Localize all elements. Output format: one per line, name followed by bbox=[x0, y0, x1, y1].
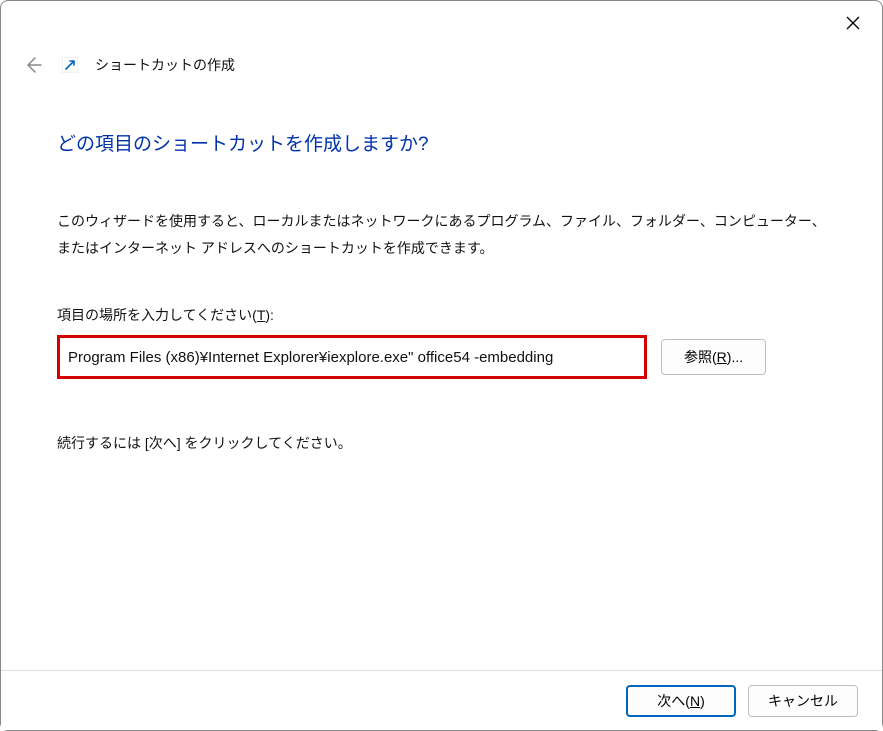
next-prefix: 次へ( bbox=[657, 693, 690, 709]
label-suffix: ): bbox=[265, 307, 274, 323]
continue-instruction: 続行するには [次へ] をクリックしてください。 bbox=[57, 433, 826, 453]
next-button[interactable]: 次へ(N) bbox=[626, 685, 736, 717]
browse-accelerator: R bbox=[717, 349, 727, 365]
wizard-footer: 次へ(N) キャンセル bbox=[1, 670, 882, 730]
titlebar bbox=[1, 1, 882, 49]
browse-suffix: )... bbox=[727, 349, 743, 365]
location-input[interactable] bbox=[57, 335, 647, 379]
browse-prefix: 参照( bbox=[684, 349, 717, 365]
location-input-row: 参照(R)... bbox=[57, 335, 826, 379]
wizard-description: このウィザードを使用すると、ローカルまたはネットワークにあるプログラム、ファイル… bbox=[57, 208, 826, 261]
content-area: どの項目のショートカットを作成しますか? このウィザードを使用すると、ローカルま… bbox=[1, 81, 882, 453]
close-button[interactable] bbox=[830, 7, 876, 39]
cancel-button[interactable]: キャンセル bbox=[748, 685, 858, 717]
next-accelerator: N bbox=[690, 693, 700, 709]
location-input-label: 項目の場所を入力してください(T): bbox=[57, 305, 826, 325]
shortcut-icon bbox=[61, 56, 79, 74]
wizard-header: ショートカットの作成 bbox=[1, 49, 882, 81]
back-arrow-icon bbox=[24, 56, 42, 74]
browse-button[interactable]: 参照(R)... bbox=[661, 339, 766, 375]
next-suffix: ) bbox=[700, 693, 705, 709]
label-prefix: 項目の場所を入力してください( bbox=[57, 307, 257, 323]
back-button[interactable] bbox=[21, 53, 45, 77]
close-icon bbox=[846, 16, 860, 30]
page-heading: どの項目のショートカットを作成しますか? bbox=[57, 129, 826, 156]
wizard-title: ショートカットの作成 bbox=[95, 55, 235, 75]
